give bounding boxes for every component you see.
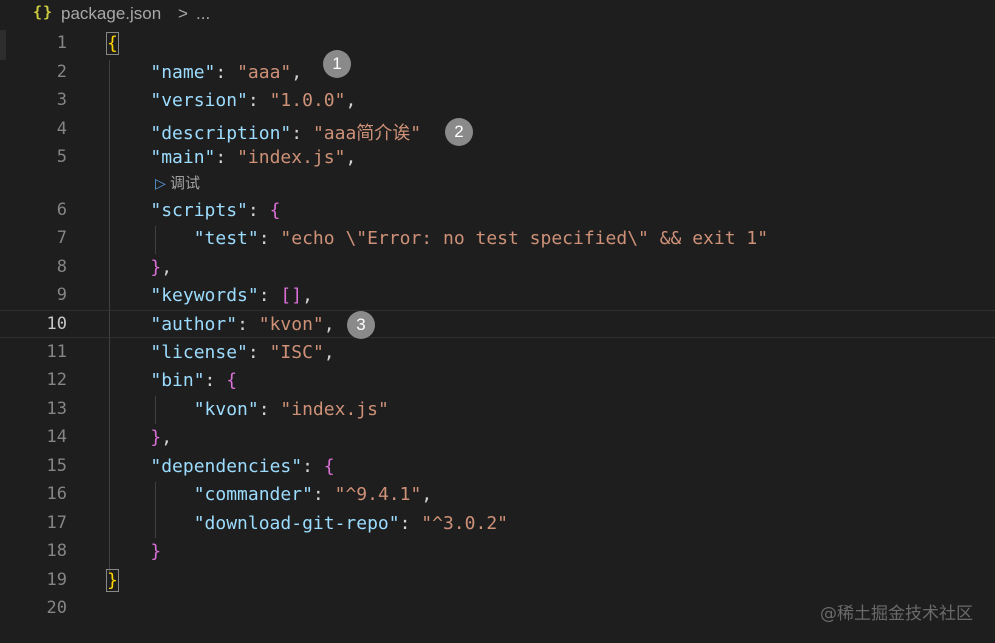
annotation-badge-1: 1 xyxy=(323,50,351,78)
code-text: "test": "echo \"Error: no test specified… xyxy=(193,228,769,249)
line-number: 11 xyxy=(46,342,67,362)
line-number: 7 xyxy=(56,228,67,248)
line-number: 5 xyxy=(56,147,67,167)
code-text: "license": "ISC", xyxy=(150,342,335,363)
line-number: 10 xyxy=(46,314,67,334)
code-line[interactable]: 15 "dependencies": { xyxy=(0,453,995,481)
code-text: } xyxy=(150,541,162,562)
code-text: "download-git-repo": "^3.0.2" xyxy=(193,513,508,534)
code-line-current[interactable]: 10 "author": "kvon", xyxy=(0,310,995,338)
line-number: 17 xyxy=(46,513,67,533)
line-number: 16 xyxy=(46,484,67,504)
line-number: 19 xyxy=(46,570,67,590)
line-number: 14 xyxy=(46,427,67,447)
line-number: 8 xyxy=(56,257,67,277)
line-number: 13 xyxy=(46,399,67,419)
code-text: { xyxy=(106,32,119,55)
line-number: 15 xyxy=(46,456,67,476)
chevron-right-icon: > xyxy=(178,4,188,23)
code-line[interactable]: 16 "commander": "^9.4.1", xyxy=(0,481,995,509)
code-text: "author": "kvon", xyxy=(150,314,335,335)
code-text: "main": "index.js", xyxy=(150,147,357,168)
code-editor[interactable]: {} package.json > ... 1 { 2 "name": "aaa… xyxy=(0,0,995,643)
watermark: @稀土掘金技术社区 xyxy=(820,604,973,624)
code-text: "version": "1.0.0", xyxy=(150,90,357,111)
line-number: 6 xyxy=(56,200,67,220)
json-braces-icon: {} xyxy=(33,3,54,21)
line-number: 3 xyxy=(56,90,67,110)
code-line[interactable]: 12 "bin": { xyxy=(0,367,995,395)
code-line[interactable]: 3 "version": "1.0.0", xyxy=(0,87,995,115)
code-line[interactable]: 17 "download-git-repo": "^3.0.2" xyxy=(0,510,995,538)
codelens-label: 调试 xyxy=(169,175,200,192)
play-icon: ▷ xyxy=(155,175,166,191)
line-number: 20 xyxy=(46,598,67,618)
code-line[interactable]: 6 "scripts": { xyxy=(0,197,995,225)
annotation-badge-2: 2 xyxy=(445,118,473,146)
line-number: 4 xyxy=(56,119,67,139)
code-text: "description": "aaa简介诶" xyxy=(150,123,422,144)
line-number: 9 xyxy=(56,285,67,305)
code-line[interactable]: 5 "main": "index.js", xyxy=(0,144,995,172)
debug-codelens[interactable]: ▷ 调试 xyxy=(155,172,200,193)
line-number: 18 xyxy=(46,541,67,561)
code-line[interactable]: 2 "name": "aaa", xyxy=(0,59,995,87)
code-text: }, xyxy=(150,427,173,448)
code-line[interactable]: 8 }, xyxy=(0,254,995,282)
annotation-badge-3: 3 xyxy=(347,311,375,339)
line-number: 12 xyxy=(46,370,67,390)
code-text: "dependencies": { xyxy=(150,456,335,477)
code-line[interactable]: 18 } xyxy=(0,538,995,566)
code-line[interactable]: 1 { xyxy=(0,30,995,58)
code-line[interactable]: 14 }, xyxy=(0,424,995,452)
code-line[interactable]: 4 "description": "aaa简介诶" xyxy=(0,116,995,144)
code-line[interactable]: 19 } xyxy=(0,567,995,595)
code-text: "keywords": [], xyxy=(150,285,313,306)
code-text: "bin": { xyxy=(150,370,238,391)
code-line[interactable]: 13 "kvon": "index.js" xyxy=(0,396,995,424)
code-line[interactable]: 7 "test": "echo \"Error: no test specifi… xyxy=(0,225,995,253)
breadcrumb: {} package.json > ... xyxy=(0,0,995,28)
code-text: } xyxy=(106,569,119,592)
code-text: "name": "aaa", xyxy=(150,62,303,83)
code-line[interactable]: 9 "keywords": [], xyxy=(0,282,995,310)
line-number: 1 xyxy=(56,33,67,53)
code-text: "commander": "^9.4.1", xyxy=(193,484,433,505)
code-text: }, xyxy=(150,257,173,278)
code-text: "kvon": "index.js" xyxy=(193,399,389,420)
breadcrumb-more[interactable]: ... xyxy=(196,4,210,24)
code-line[interactable]: 11 "license": "ISC", xyxy=(0,339,995,367)
breadcrumb-file[interactable]: package.json xyxy=(61,4,161,24)
code-text: "scripts": { xyxy=(150,200,281,221)
line-number: 2 xyxy=(56,62,67,82)
